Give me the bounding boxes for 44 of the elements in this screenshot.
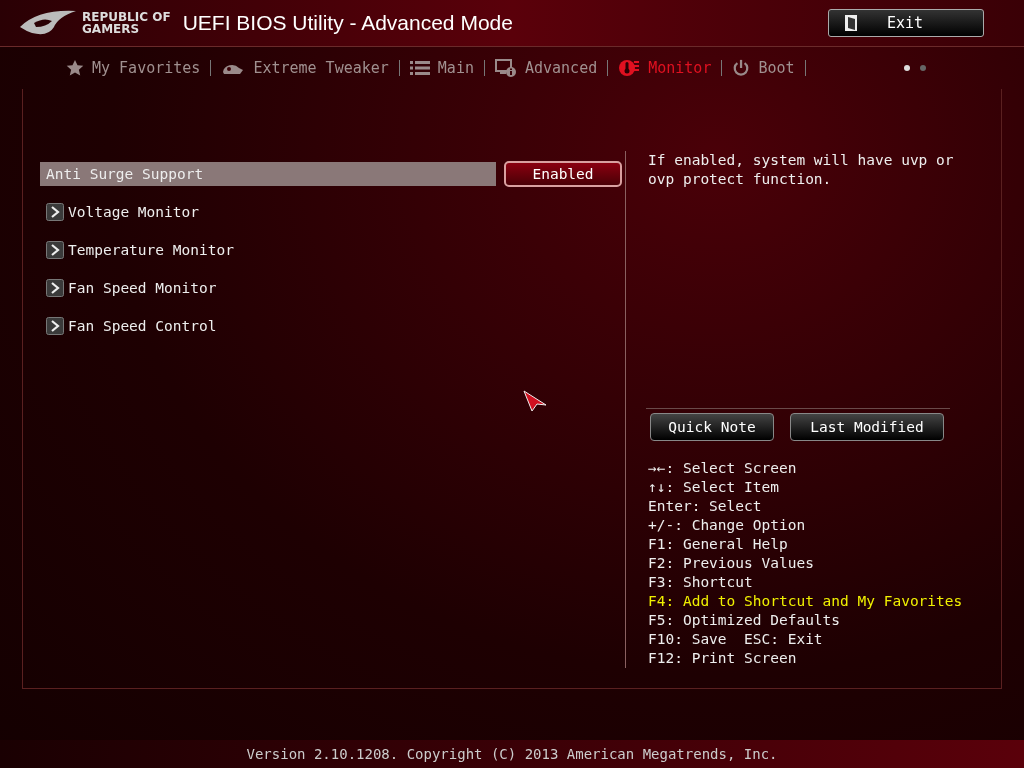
door-icon <box>845 15 857 31</box>
side-button[interactable]: Quick Note <box>650 413 774 441</box>
submenu-item[interactable]: Fan Speed Monitor <box>40 276 223 300</box>
monitor-info-icon <box>494 59 517 77</box>
list-icon <box>409 60 430 76</box>
key-hint: F12: Print Screen <box>648 649 797 668</box>
logo-text: REPUBLIC OF <box>82 11 171 23</box>
submenu-item[interactable]: Voltage Monitor <box>40 200 205 224</box>
side-button[interactable]: Last Modified <box>790 413 944 441</box>
power-icon <box>732 59 751 77</box>
chevron-right-icon <box>46 241 64 259</box>
thermometer-icon <box>618 58 641 78</box>
submenu-item[interactable]: Temperature Monitor <box>40 238 240 262</box>
key-hint: +/-: Change Option <box>648 516 806 535</box>
key-hint: →←: Select Screen <box>648 459 797 478</box>
key-hint: F3: Shortcut <box>648 573 753 592</box>
submenu-item[interactable]: Fan Speed Control <box>40 314 223 338</box>
star-icon <box>66 59 84 77</box>
page-dot[interactable] <box>920 65 926 71</box>
setting-label[interactable]: Anti Surge Support <box>40 162 496 186</box>
key-hint: F1: General Help <box>648 535 788 554</box>
logo-text: GAMERS <box>82 23 141 35</box>
exit-button[interactable]: Exit <box>828 9 984 37</box>
key-hint: F2: Previous Values <box>648 554 814 573</box>
chevron-right-icon <box>46 203 64 221</box>
key-hint: ↑↓: Select Item <box>648 478 779 497</box>
chevron-right-icon <box>46 279 64 297</box>
key-hint: F10: Save ESC: Exit <box>648 630 823 649</box>
menu-tab[interactable]: My Favorites <box>56 59 211 77</box>
version-text: Version 2.10.1208. Copyright (C) 2013 American Megatrends, Inc. <box>246 746 778 762</box>
key-hint: F4: Add to Shortcut and My Favorites <box>648 592 963 611</box>
chevron-right-icon <box>46 317 64 335</box>
option-value-button[interactable]: Enabled <box>504 161 622 187</box>
menu-tab[interactable]: Main <box>399 59 484 77</box>
page-dot[interactable] <box>904 65 910 71</box>
help-text: If enabled, system will have uvp or ovp protect function. <box>648 151 955 189</box>
key-hint: Enter: Select <box>648 497 762 516</box>
menu-tab[interactable]: Advanced <box>484 59 608 77</box>
menu-tab[interactable]: Extreme Tweaker <box>211 59 399 77</box>
menu-tab[interactable]: Boot <box>722 59 805 77</box>
window-title: UEFI BIOS Utility - Advanced Mode <box>182 11 514 35</box>
key-hint: F5: Optimized Defaults <box>648 611 841 630</box>
menu-tab[interactable]: Monitor <box>608 58 722 78</box>
mouse-cursor-icon <box>523 390 547 412</box>
